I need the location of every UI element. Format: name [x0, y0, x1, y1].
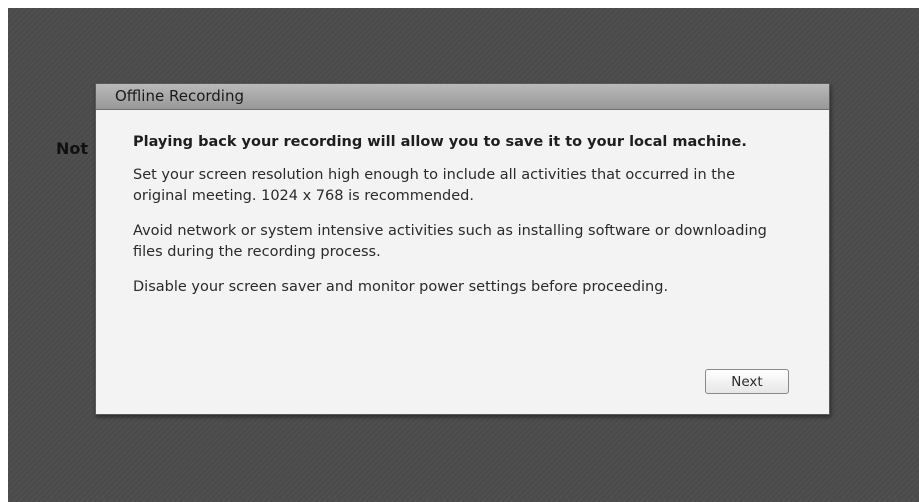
offline-recording-dialog: Offline Recording Playing back your reco…: [95, 83, 830, 415]
resolution-paragraph: Set your screen resolution high enough t…: [133, 167, 736, 204]
intro-paragraph: Playing back your recording will allow y…: [133, 134, 747, 150]
background-text: Not: [56, 139, 89, 158]
next-button[interactable]: Next: [705, 369, 789, 394]
dialog-title: Offline Recording: [115, 87, 245, 105]
dialog-body: Playing back your recording will allow y…: [133, 132, 793, 312]
dialog-title-bar[interactable]: Offline Recording: [96, 84, 829, 110]
network-paragraph: Avoid network or system intensive activi…: [133, 223, 767, 260]
screensaver-paragraph: Disable your screen saver and monitor po…: [133, 279, 669, 295]
